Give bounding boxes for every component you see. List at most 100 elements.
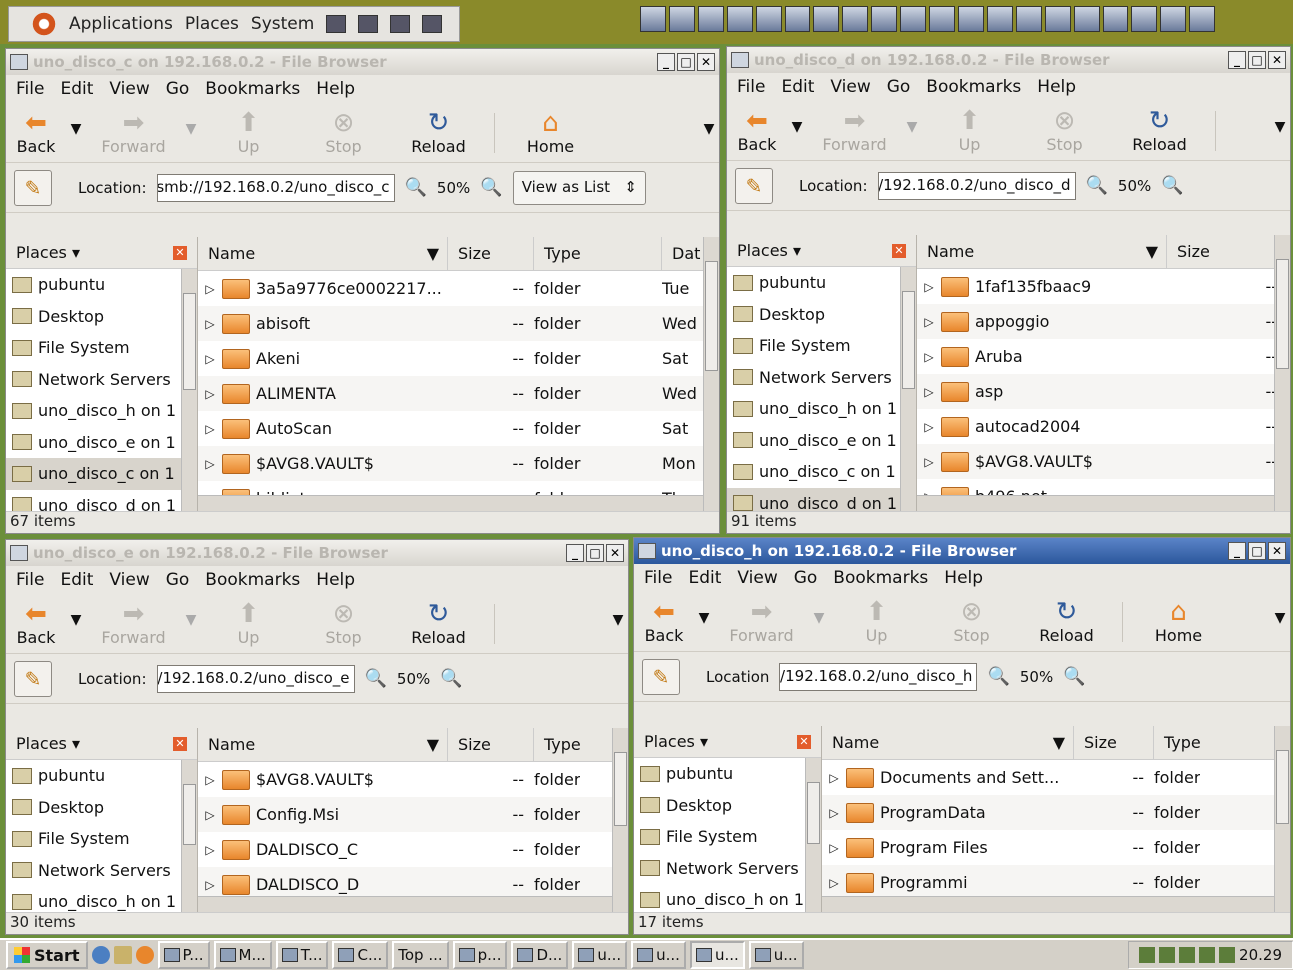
menu-help[interactable]: Help bbox=[1037, 77, 1076, 97]
expander-icon[interactable]: ▷ bbox=[198, 352, 222, 366]
logout-icon[interactable] bbox=[422, 15, 443, 33]
zoom-in-icon[interactable]: 🔍 bbox=[480, 177, 502, 198]
place-item[interactable]: uno_disco_c on 1 bbox=[6, 458, 197, 490]
zoom-out-icon[interactable]: 🔍 bbox=[987, 666, 1009, 687]
expander-icon[interactable]: ▷ bbox=[198, 422, 222, 436]
up-button[interactable]: ⬆ Up bbox=[922, 107, 1017, 154]
maximize-button[interactable]: □ bbox=[677, 53, 695, 71]
table-row[interactable]: ▷ ALIMENTA -- folder Wed bbox=[198, 376, 719, 411]
edit-location-button[interactable]: ✎ bbox=[642, 658, 680, 695]
menu-bookmarks[interactable]: Bookmarks bbox=[833, 568, 928, 588]
menu-help[interactable]: Help bbox=[944, 568, 983, 588]
expander-icon[interactable]: ▷ bbox=[917, 280, 941, 294]
place-item[interactable]: uno_disco_h on 1 bbox=[6, 886, 197, 912]
ie-icon[interactable] bbox=[91, 946, 110, 964]
table-row[interactable]: ▷ ProgramData -- folder bbox=[822, 795, 1290, 830]
tray-icon[interactable] bbox=[1199, 947, 1216, 963]
table-row[interactable]: ▷ Programmi -- folder bbox=[822, 865, 1290, 900]
column-name[interactable]: Name ▼ bbox=[917, 235, 1167, 268]
table-row[interactable]: ▷ $AVG8.VAULT$ -- bbox=[917, 444, 1290, 479]
expander-icon[interactable]: ▷ bbox=[822, 806, 846, 820]
menu-go[interactable]: Go bbox=[166, 79, 190, 99]
list-scrollbar[interactable] bbox=[1274, 726, 1290, 912]
close-sidebar-icon[interactable]: ✕ bbox=[173, 245, 187, 260]
firefox-icon[interactable] bbox=[390, 15, 411, 33]
applications-menu[interactable]: Applications bbox=[69, 14, 173, 34]
app-icon[interactable] bbox=[1189, 6, 1216, 32]
sidebar-scrollbar[interactable] bbox=[181, 760, 197, 912]
app-icon[interactable] bbox=[1160, 6, 1187, 32]
close-button[interactable]: ✕ bbox=[1268, 542, 1286, 560]
firefox-icon[interactable] bbox=[135, 946, 154, 964]
app-icon[interactable] bbox=[726, 6, 753, 32]
close-button[interactable]: ✕ bbox=[1268, 51, 1286, 69]
menu-view[interactable]: View bbox=[830, 77, 870, 97]
list-scrollbar[interactable] bbox=[612, 728, 628, 912]
app-icon[interactable] bbox=[929, 6, 955, 32]
back-button[interactable]: ⬅ Back bbox=[6, 600, 66, 647]
task-button[interactable]: D... bbox=[511, 941, 569, 969]
minimize-button[interactable]: _ bbox=[1228, 542, 1246, 560]
app-icon[interactable] bbox=[697, 6, 724, 32]
app-icon[interactable] bbox=[1131, 6, 1158, 32]
task-button-active[interactable]: u... bbox=[689, 941, 745, 969]
expander-icon[interactable]: ▷ bbox=[198, 878, 222, 892]
app-icon[interactable] bbox=[668, 6, 695, 32]
expander-icon[interactable]: ▷ bbox=[198, 282, 222, 296]
forward-button[interactable]: ➡ Forward bbox=[807, 107, 902, 154]
back-history-dropdown[interactable]: ▼ bbox=[66, 600, 86, 640]
location-input[interactable]: smb://192.168.0.2/uno_disco_e/ bbox=[156, 664, 355, 693]
edit-location-button[interactable]: ✎ bbox=[14, 660, 52, 697]
task-button[interactable]: u... bbox=[748, 941, 804, 969]
back-history-dropdown[interactable]: ▼ bbox=[694, 598, 714, 638]
back-button[interactable]: ⬅ Back bbox=[6, 109, 66, 156]
reload-button[interactable]: ↻ Reload bbox=[1112, 107, 1207, 154]
menu-file[interactable]: File bbox=[16, 570, 44, 590]
tray-icon[interactable] bbox=[1219, 947, 1236, 963]
table-row[interactable]: ▷ Program Files -- folder bbox=[822, 830, 1290, 865]
up-button[interactable]: ⬆ Up bbox=[201, 600, 296, 647]
desktop-icon[interactable] bbox=[113, 946, 132, 964]
place-item[interactable]: Network Servers bbox=[6, 855, 197, 887]
place-item[interactable]: Desktop bbox=[6, 301, 197, 333]
menu-edit[interactable]: Edit bbox=[781, 77, 814, 97]
expander-icon[interactable]: ▷ bbox=[198, 843, 222, 857]
tray-icon[interactable] bbox=[1159, 947, 1176, 963]
column-type[interactable]: Type bbox=[534, 237, 662, 270]
place-item[interactable]: uno_disco_d on 1 bbox=[6, 490, 197, 511]
home-button[interactable]: ⌂ Home bbox=[503, 109, 598, 156]
location-input[interactable]: smb://192.168.0.2/uno_disco_d/ bbox=[877, 171, 1076, 200]
minimize-button[interactable]: _ bbox=[566, 544, 584, 562]
forward-button[interactable]: ➡ Forward bbox=[86, 600, 181, 647]
back-history-dropdown[interactable]: ▼ bbox=[787, 107, 807, 147]
app-icon[interactable] bbox=[900, 6, 927, 32]
place-item[interactable]: Network Servers bbox=[634, 853, 821, 885]
menu-file[interactable]: File bbox=[737, 77, 765, 97]
zoom-in-icon[interactable]: 🔍 bbox=[1063, 666, 1085, 687]
expander-icon[interactable]: ▷ bbox=[822, 876, 846, 890]
place-item[interactable]: pubuntu bbox=[727, 267, 916, 299]
back-history-dropdown[interactable]: ▼ bbox=[66, 109, 86, 149]
table-row[interactable]: ▷ AutoScan -- folder Sat bbox=[198, 411, 719, 446]
column-size[interactable]: Size bbox=[1167, 235, 1290, 268]
maximize-button[interactable]: □ bbox=[1248, 542, 1266, 560]
home-button[interactable]: ⌂ Home bbox=[1131, 598, 1226, 645]
stop-button[interactable]: ⊗ Stop bbox=[296, 600, 391, 647]
view-mode-select[interactable]: View as List ⇕ bbox=[512, 170, 646, 205]
forward-button[interactable]: ➡ Forward bbox=[86, 109, 181, 156]
expander-icon[interactable]: ▷ bbox=[822, 841, 846, 855]
place-item[interactable]: File System bbox=[6, 823, 197, 855]
menu-edit[interactable]: Edit bbox=[688, 568, 721, 588]
place-item[interactable]: File System bbox=[727, 330, 916, 362]
menu-bookmarks[interactable]: Bookmarks bbox=[205, 79, 300, 99]
maximize-button[interactable]: □ bbox=[586, 544, 604, 562]
title-bar[interactable]: uno_disco_e on 192.168.0.2 - File Browse… bbox=[6, 540, 628, 566]
app-icon[interactable] bbox=[871, 6, 898, 32]
place-item[interactable]: uno_disco_e on 1 bbox=[727, 425, 916, 457]
menu-edit[interactable]: Edit bbox=[60, 570, 93, 590]
reload-button[interactable]: ↻ Reload bbox=[391, 600, 486, 647]
sidebar-scrollbar[interactable] bbox=[805, 758, 821, 912]
stop-button[interactable]: ⊗ Stop bbox=[1017, 107, 1112, 154]
table-row[interactable]: ▷ $AVG8.VAULT$ -- folder Mon bbox=[198, 446, 719, 481]
place-item[interactable]: pubuntu bbox=[6, 269, 197, 301]
